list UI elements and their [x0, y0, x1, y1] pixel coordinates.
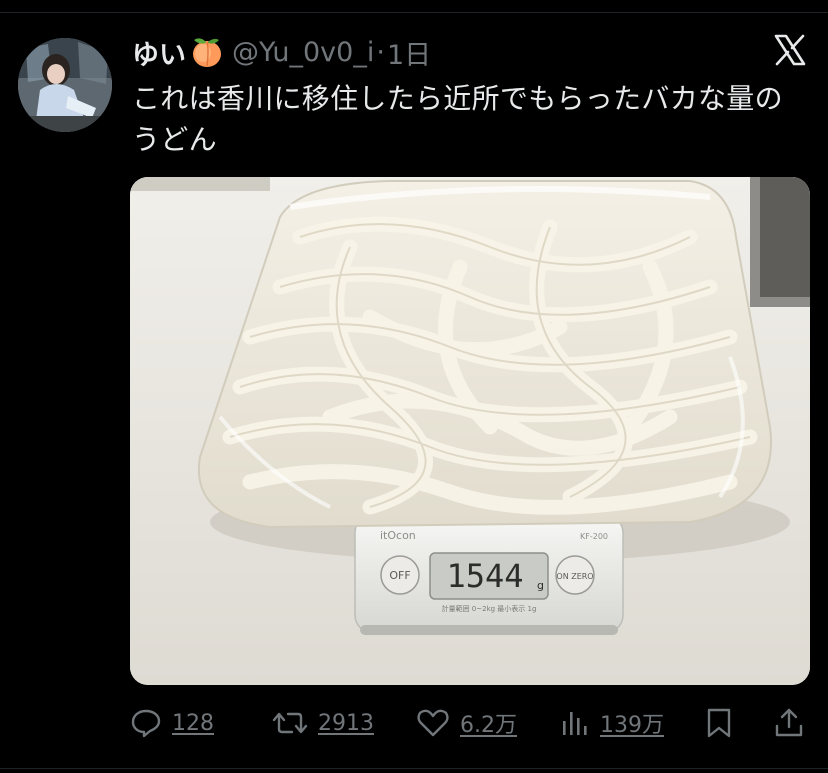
views-button[interactable]: 139万: [560, 700, 664, 746]
views-count: 139万: [600, 713, 664, 738]
like-count: 6.2万: [460, 713, 517, 738]
scale-reading: 1544: [446, 557, 523, 595]
views-chart-icon: [560, 707, 590, 739]
separator-dot: ·: [376, 36, 385, 68]
post-time[interactable]: 1日: [387, 33, 431, 72]
tweet-card: ゆい @Yu_0v0_i · 1日 これは香川に移住したら近所でもらったバカな量…: [0, 0, 828, 773]
tweet-text: これは香川に移住したら近所でもらったバカな量のうどん: [132, 82, 783, 156]
avatar[interactable]: [18, 38, 112, 132]
retweet-button[interactable]: 2913: [272, 700, 374, 746]
scale-zero-label: ON ZERO: [556, 572, 593, 581]
action-bar: 128 2913 6.2万 139万: [130, 700, 810, 746]
reply-button[interactable]: 128: [130, 700, 214, 746]
reply-count: 128: [172, 710, 214, 736]
share-button[interactable]: [774, 700, 804, 746]
display-name[interactable]: ゆい: [132, 33, 186, 72]
heart-icon: [416, 707, 450, 739]
x-logo-icon[interactable]: [770, 30, 810, 70]
top-divider: [0, 12, 828, 13]
user-handle[interactable]: @Yu_0v0_i: [232, 37, 374, 68]
scale-spec: 計量範囲 0~2kg 最小表示 1g: [442, 604, 537, 613]
reply-icon: [130, 707, 162, 739]
scale-brand: itOcon: [380, 529, 416, 542]
avatar-photo: [18, 38, 112, 132]
tweet-header: ゆい @Yu_0v0_i · 1日: [132, 33, 431, 71]
bottom-divider: [0, 768, 828, 769]
tweet-photo[interactable]: itOcon KF-200 OFF 1544 g ON ZERO 計量範囲 0~…: [130, 177, 810, 685]
scale-model: KF-200: [580, 532, 608, 541]
scale-off-label: OFF: [389, 569, 410, 582]
peach-emoji-icon: [190, 35, 224, 69]
retweet-count: 2913: [318, 710, 374, 736]
retweet-icon: [272, 707, 308, 739]
like-button[interactable]: 6.2万: [416, 700, 517, 746]
udon-photo: itOcon KF-200 OFF 1544 g ON ZERO 計量範囲 0~…: [130, 177, 810, 685]
scale-unit: g: [537, 579, 544, 592]
bookmark-button[interactable]: [704, 700, 734, 746]
bookmark-icon: [704, 707, 734, 739]
share-icon: [774, 707, 804, 739]
